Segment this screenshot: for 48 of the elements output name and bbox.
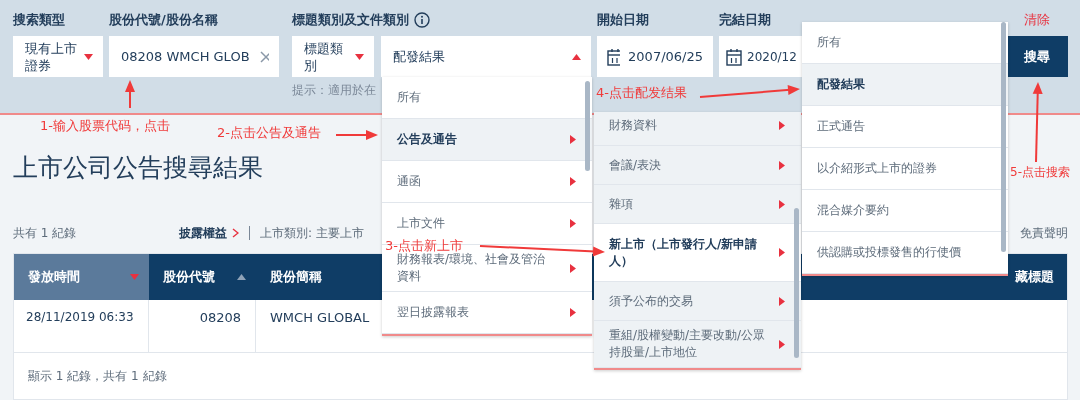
disclosure-link[interactable]: 披露權益 bbox=[179, 224, 239, 242]
calendar-icon bbox=[726, 47, 742, 66]
column-header[interactable]: 藏標題 bbox=[1007, 254, 1067, 300]
annotation-text: 4-点击配发结果 bbox=[596, 84, 687, 102]
stock-input-field[interactable]: 08208 WMCH GLOB bbox=[109, 36, 279, 77]
scrollbar[interactable] bbox=[1001, 22, 1006, 252]
menu-item[interactable]: 新上市（上市發行人/新申請人） bbox=[594, 224, 801, 282]
menu-item[interactable]: 財務資料 bbox=[594, 112, 801, 146]
title-type-select[interactable]: 標題類別 bbox=[292, 36, 374, 77]
info-icon[interactable] bbox=[414, 12, 430, 28]
menu-item[interactable]: 配發結果 bbox=[802, 64, 1008, 106]
start-date-field[interactable]: 2007/06/25 bbox=[597, 36, 713, 77]
column-header[interactable]: 股份代號 bbox=[149, 254, 256, 300]
annotation-text: 1-输入股票代码，点击 bbox=[40, 117, 170, 135]
field-label: 完結日期 bbox=[719, 11, 772, 29]
search-button[interactable]: 搜尋 bbox=[1005, 36, 1068, 77]
scrollbar[interactable] bbox=[585, 81, 590, 171]
menu-item[interactable]: 翌日披露報表 bbox=[382, 292, 592, 334]
menu-item[interactable]: 會議/表決 bbox=[594, 146, 801, 185]
listing-type-text: 上市類別: 主要上市 bbox=[260, 224, 364, 242]
calendar-icon bbox=[607, 47, 621, 66]
search-type-select[interactable]: 現有上市證券 bbox=[13, 36, 103, 77]
annotation-text: 5-点击搜索 bbox=[1010, 164, 1070, 181]
annotation-text: 2-点击公告及通告 bbox=[217, 124, 321, 142]
table-cell: 08208 bbox=[149, 300, 256, 352]
close-icon[interactable] bbox=[259, 50, 269, 63]
caret-icon bbox=[84, 53, 93, 60]
table-cell-text: WMCH GLOBAL bbox=[269, 309, 371, 327]
record-count: 共有 1 紀錄 bbox=[13, 224, 78, 242]
table-cell: 28/11/2019 06:33 bbox=[14, 300, 149, 352]
chevron-icon bbox=[232, 228, 239, 238]
column-header[interactable]: 股份簡稱 bbox=[256, 254, 376, 300]
field-label: 股份代號/股份名稱 bbox=[109, 11, 219, 29]
record-summary: 顯示 1 紀錄，共有 1 紀錄 bbox=[28, 367, 167, 385]
caret-icon bbox=[355, 53, 364, 60]
disclaimer-link[interactable]: 免責聲明 bbox=[1020, 224, 1068, 242]
field-label: 開始日期 bbox=[597, 11, 650, 29]
clear-link[interactable]: 清除 bbox=[1023, 11, 1050, 29]
field-label: 標題類別及文件類別 bbox=[292, 11, 409, 29]
scrollbar[interactable] bbox=[794, 208, 799, 358]
column-header[interactable]: 發放時間 bbox=[14, 254, 149, 300]
page-title: 上市公司公告搜尋結果 bbox=[13, 152, 263, 184]
document-type-select[interactable]: 配發結果 bbox=[381, 36, 591, 77]
field-label: 搜索類型 bbox=[13, 11, 66, 29]
annotation-arrow bbox=[335, 130, 378, 140]
hint-text: 提示：適用於在 bbox=[292, 82, 376, 99]
annotation-arrow bbox=[125, 80, 135, 109]
menu-item[interactable]: 公告及通告 bbox=[382, 119, 592, 161]
